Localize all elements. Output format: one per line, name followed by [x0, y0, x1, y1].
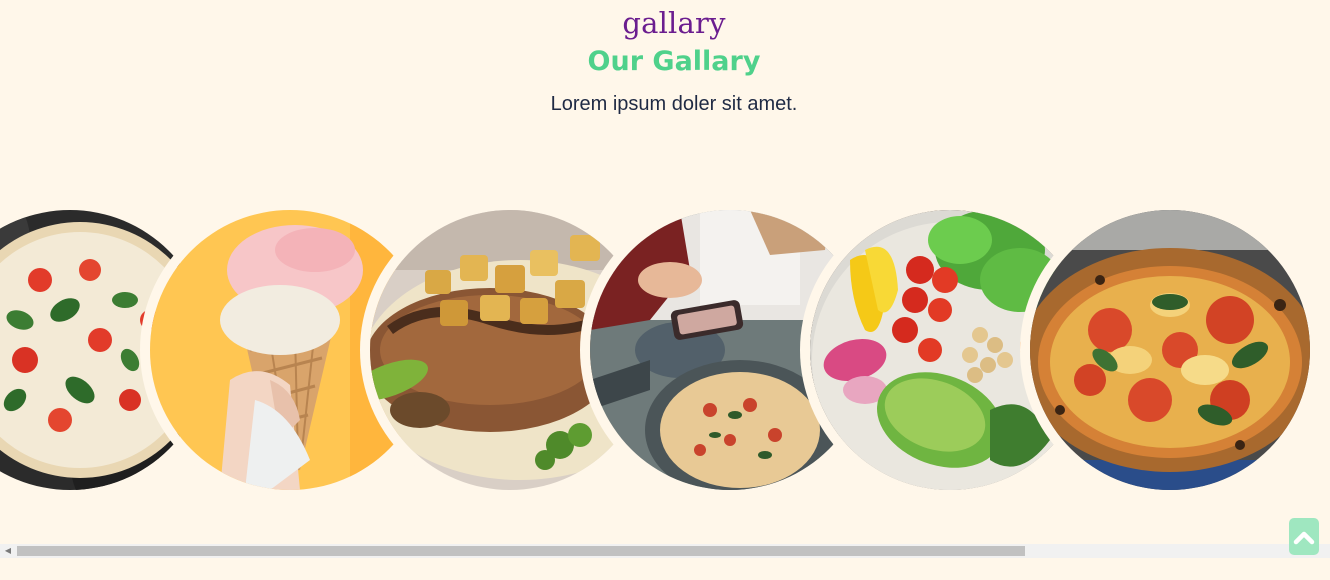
scrollbar-thumb[interactable]	[17, 546, 1025, 556]
pizza-image	[1030, 210, 1310, 490]
chevron-up-icon	[1293, 531, 1315, 544]
section-title: Our Gallary	[587, 46, 761, 77]
horizontal-scrollbar[interactable]: ◀	[0, 544, 1330, 558]
back-to-top-button[interactable]	[1289, 518, 1319, 555]
gallery-item-pizza[interactable]	[1030, 210, 1310, 490]
section-subtitle: Lorem ipsum doler sit amet.	[550, 93, 798, 115]
section-script-title: gallary	[622, 6, 726, 40]
gallery-strip	[0, 210, 1330, 492]
scroll-left-arrow-icon[interactable]: ◀	[0, 544, 16, 558]
